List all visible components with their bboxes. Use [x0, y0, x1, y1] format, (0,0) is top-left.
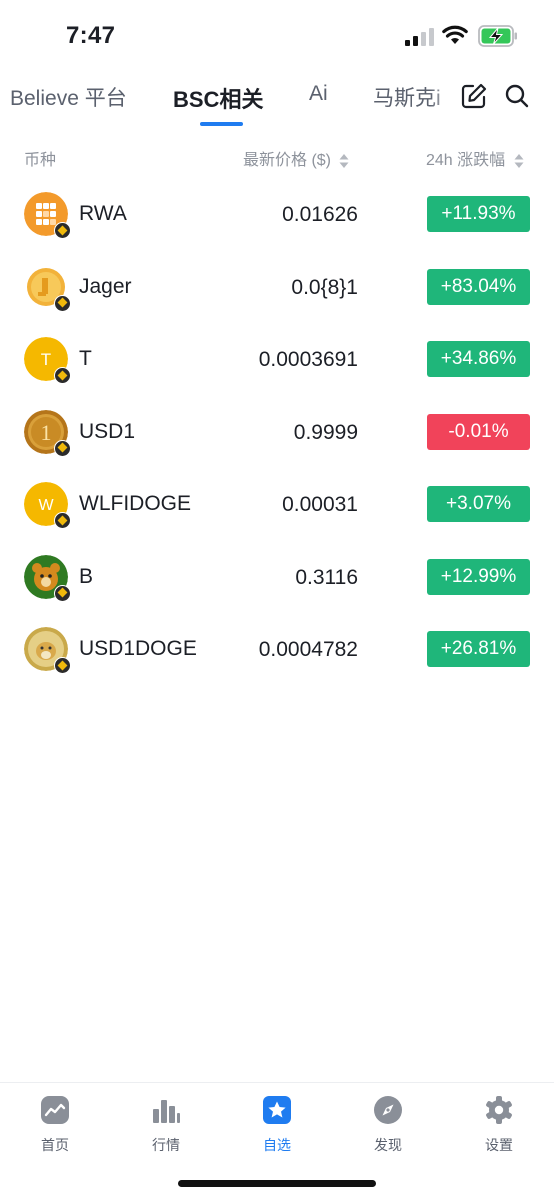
coin-price: 0.0{8}1 — [291, 275, 358, 299]
svg-text:W: W — [38, 497, 54, 514]
sort-icon — [514, 153, 524, 168]
header-change-sort[interactable]: 24h 涨跌幅 — [426, 146, 524, 170]
nav-discover[interactable]: 发现 — [348, 1095, 428, 1155]
list-item[interactable]: Jager 0.0{8}1 +83.04% — [0, 251, 554, 324]
coin-price: 0.00031 — [282, 493, 358, 516]
list-item[interactable]: B 0.3116 +12.99% — [0, 541, 554, 614]
list-item[interactable]: RWA 0.01626 +11.93% — [0, 178, 554, 251]
list-item[interactable]: T T 0.0003691 +34.86% — [0, 323, 554, 396]
gear-icon — [486, 1096, 512, 1124]
change-badge: +83.04% — [427, 268, 530, 305]
home-indicator — [178, 1180, 376, 1187]
change-badge: +34.86% — [427, 341, 530, 377]
status-bar: 7:47 — [0, 0, 554, 72]
wifi-icon — [442, 25, 468, 44]
column-header: 币种 最新价格 ($) 24h 涨跌幅 — [0, 144, 554, 170]
svg-text:1: 1 — [41, 420, 52, 445]
header-price-sort[interactable]: 最新价格 ($) — [243, 146, 349, 170]
tab-fade — [430, 78, 460, 118]
bnb-chain-badge-icon — [54, 367, 71, 384]
coin-price: 0.01626 — [282, 203, 358, 226]
nav-label: 行情 — [152, 1137, 180, 1153]
bnb-chain-badge-icon — [54, 222, 71, 239]
nav-label: 首页 — [41, 1137, 69, 1153]
sort-icon — [339, 153, 349, 168]
coin-price: 0.0004782 — [258, 638, 358, 661]
change-badge: +3.07% — [427, 486, 530, 522]
home-chart-icon — [41, 1096, 69, 1124]
bnb-chain-badge-icon — [54, 584, 71, 602]
list-item[interactable]: USD1DOGE 0.0004782 +26.81% — [0, 613, 554, 686]
nav-watchlist[interactable]: 自选 — [237, 1095, 317, 1155]
coin-name: WLFIDOGE — [79, 492, 192, 515]
battery-charging-icon — [478, 25, 517, 47]
bar-chart-icon — [153, 1100, 180, 1123]
tab-believe[interactable]: Believe 平台 — [10, 82, 127, 112]
coin-price: 0.9999 — [293, 420, 358, 444]
change-badge: +11.93% — [427, 196, 530, 232]
coin-name: RWA — [79, 202, 127, 225]
coin-name: B — [79, 564, 94, 588]
edit-icon[interactable] — [460, 82, 488, 110]
nav-label: 自选 — [263, 1137, 291, 1153]
nav-label: 发现 — [374, 1137, 402, 1153]
header-coin: 币种 — [24, 152, 57, 169]
tab-ai[interactable]: Ai — [309, 82, 328, 106]
change-badge: +12.99% — [427, 558, 530, 595]
status-time: 7:47 — [66, 22, 116, 49]
watchlist: RWA 0.01626 +11.93% Jager 0.0{8}1 +83.04… — [0, 178, 554, 686]
star-icon — [263, 1096, 291, 1124]
nav-settings[interactable]: 设置 — [459, 1095, 539, 1155]
bnb-chain-badge-icon — [54, 439, 71, 457]
svg-text:T: T — [41, 350, 51, 369]
list-item[interactable]: 1 USD1 0.9999 -0.01% — [0, 396, 554, 469]
cellular-signal-icon — [405, 28, 434, 46]
header-price-label: 最新价格 ($) — [243, 152, 332, 169]
bnb-chain-badge-icon — [54, 657, 71, 674]
search-icon[interactable] — [503, 82, 531, 110]
bnb-chain-badge-icon — [54, 294, 71, 312]
header-change-label: 24h 涨跌幅 — [426, 152, 506, 169]
coin-name: USD1DOGE — [79, 637, 197, 660]
change-badge: +26.81% — [427, 631, 530, 667]
coin-name: T — [79, 347, 92, 370]
nav-market[interactable]: 行情 — [126, 1095, 206, 1155]
tab-bsc[interactable]: BSC相关 — [173, 82, 263, 114]
coin-price: 0.0003691 — [258, 348, 358, 371]
change-badge: -0.01% — [427, 413, 530, 450]
coin-name: Jager — [79, 274, 132, 298]
active-tab-indicator — [200, 122, 243, 126]
compass-icon — [374, 1096, 402, 1124]
nav-home[interactable]: 首页 — [15, 1095, 95, 1155]
coin-price: 0.3116 — [295, 565, 358, 589]
nav-label: 设置 — [485, 1137, 513, 1153]
list-item[interactable]: W WLFIDOGE 0.00031 +3.07% — [0, 468, 554, 541]
bnb-chain-badge-icon — [54, 512, 71, 529]
coin-name: USD1 — [79, 419, 136, 443]
